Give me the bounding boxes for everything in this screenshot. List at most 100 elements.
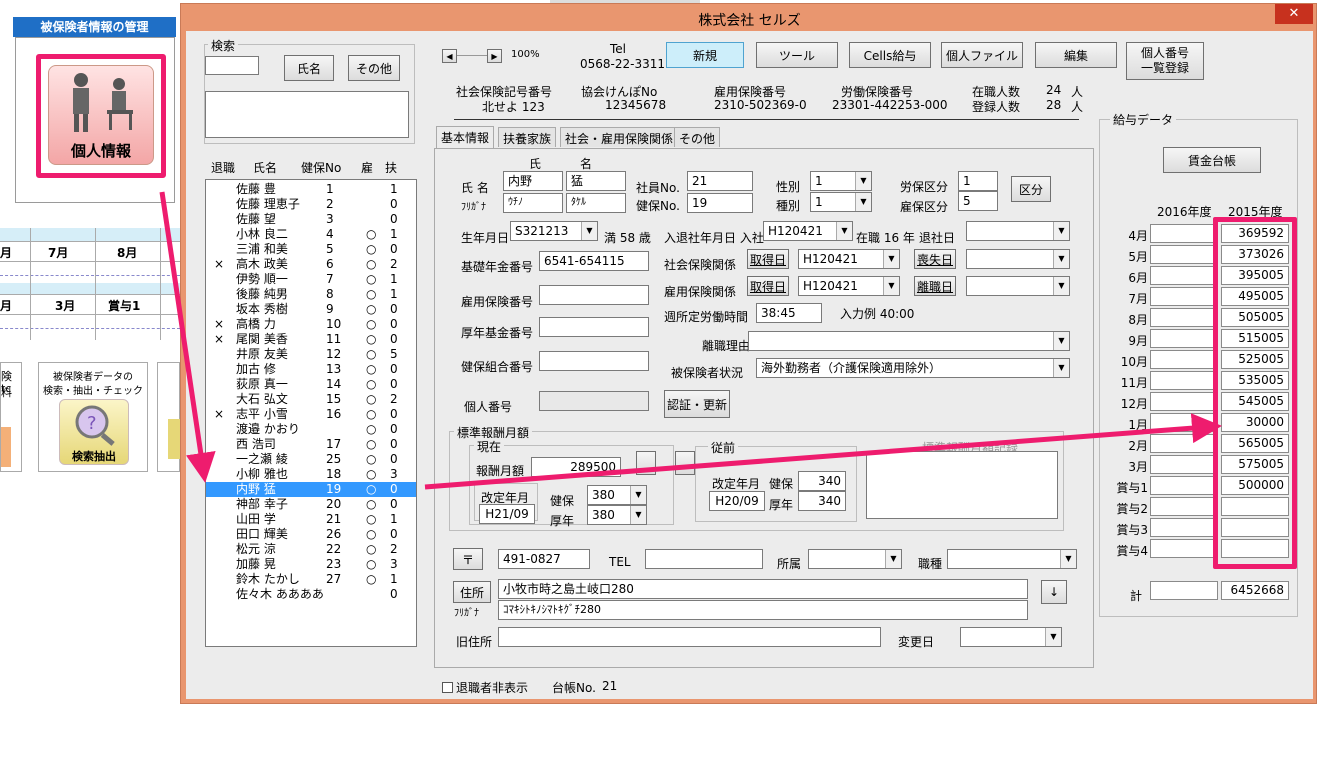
list-item[interactable]: 佐藤 理恵子 2 0 [206, 197, 416, 212]
type-select[interactable]: 1 ▼ [810, 192, 872, 212]
list-item[interactable]: 佐藤 望 3 0 [206, 212, 416, 227]
list-item[interactable]: 松元 涼 22 ○ 2 [206, 542, 416, 557]
union-no-input[interactable] [539, 351, 649, 371]
hide-retired-checkbox[interactable] [442, 682, 453, 693]
cells-pay-button[interactable]: Cells給与 [849, 42, 931, 68]
pay-2016-cell[interactable] [1150, 371, 1218, 390]
kenpo-no-input[interactable]: 19 [687, 193, 753, 213]
list-item[interactable]: 鈴木 たかし 27 ○ 1 [206, 572, 416, 587]
list-item[interactable]: 山田 学 21 ○ 1 [206, 512, 416, 527]
list-item[interactable]: 田口 輝美 26 ○ 0 [206, 527, 416, 542]
copy-prev-button[interactable] [675, 451, 695, 475]
scroll-left-button[interactable]: ◀ [442, 49, 457, 63]
pay-2016-cell[interactable] [1150, 350, 1218, 369]
tab-other[interactable]: その他 [674, 127, 721, 147]
old-address-input[interactable] [498, 627, 881, 647]
monthly-input[interactable]: 289500 [531, 457, 621, 477]
search-input[interactable] [205, 56, 259, 75]
list-item[interactable]: 西 浩司 17 ○ 0 [206, 437, 416, 452]
kosei-select[interactable]: 380 ▼ [587, 505, 647, 525]
list-item[interactable]: 伊勢 順一 7 ○ 1 [206, 272, 416, 287]
pay-2016-cell[interactable] [1150, 413, 1218, 432]
emp-acquire-button[interactable]: 取得日 [747, 276, 789, 296]
tab-basic[interactable]: 基本情報 [436, 126, 495, 148]
emp-ins-no-input[interactable] [539, 285, 649, 305]
pay-2016-cell[interactable] [1150, 434, 1218, 453]
pay-2016-cell[interactable] [1150, 392, 1218, 411]
sei-input[interactable]: 内野 [503, 171, 563, 191]
wage-ledger-button[interactable]: 賃金台帳 [1163, 147, 1261, 173]
list-item[interactable]: 渡邉 かおり ○ 0 [206, 422, 416, 437]
list-item[interactable]: 小林 良二 4 ○ 1 [206, 227, 416, 242]
fund-no-input[interactable] [539, 317, 649, 337]
pay-2016-cell[interactable] [1150, 308, 1218, 327]
pay-2016-cell[interactable] [1150, 476, 1218, 495]
tab-social[interactable]: 社会・雇用保険関係 [560, 127, 679, 147]
list-item[interactable]: 荻原 真一 14 ○ 0 [206, 377, 416, 392]
emp-acquire-select[interactable]: H120421 ▼ [798, 276, 900, 296]
revision-input[interactable]: H21/09 [479, 504, 535, 524]
tool-button[interactable]: ツール [756, 42, 838, 68]
new-button[interactable]: 新規 [666, 42, 744, 68]
leave-select[interactable]: ▼ [966, 221, 1070, 241]
personal-file-button[interactable]: 個人ファイル [941, 42, 1023, 68]
list-item[interactable]: 三浦 和美 5 ○ 0 [206, 242, 416, 257]
prev-kosei-input[interactable]: 340 [798, 491, 846, 511]
other-search-button[interactable]: その他 [348, 55, 400, 81]
pay-2016-cell[interactable] [1150, 287, 1218, 306]
address-button[interactable]: 住所 [453, 581, 491, 603]
list-item[interactable]: 小柳 雅也 18 ○ 3 [206, 467, 416, 482]
list-item[interactable]: 大石 弘文 15 ○ 2 [206, 392, 416, 407]
social-lose-button[interactable]: 喪失日 [914, 249, 956, 269]
pension-no-input[interactable]: 6541-654115 [539, 251, 649, 271]
social-lose-select[interactable]: ▼ [966, 249, 1070, 269]
social-acquire-button[interactable]: 取得日 [747, 249, 789, 269]
list-item[interactable]: 神部 幸子 20 ○ 0 [206, 497, 416, 512]
list-item[interactable]: 井原 友美 12 ○ 5 [206, 347, 416, 362]
birth-select[interactable]: S321213 ▼ [510, 221, 598, 241]
dept-select[interactable]: ▼ [808, 549, 902, 569]
list-item[interactable]: 一之瀬 綾 25 ○ 0 [206, 452, 416, 467]
address-tel-input[interactable] [645, 549, 763, 569]
personal-info-button[interactable]: 個人情報 [36, 54, 166, 178]
emp-separate-button[interactable]: 離職日 [914, 276, 956, 296]
mynumber-list-button[interactable]: 個人番号 一覧登録 [1126, 42, 1204, 80]
pay-2016-cell[interactable] [1150, 455, 1218, 474]
social-acquire-select[interactable]: H120421 ▼ [798, 249, 900, 269]
prev-revision-input[interactable]: H20/09 [709, 491, 765, 511]
status-select[interactable]: 海外勤務者（介護保険適用除外） ▼ [756, 358, 1070, 378]
list-item[interactable]: 加古 修 13 ○ 0 [206, 362, 416, 377]
pay-2016-cell[interactable] [1150, 224, 1218, 243]
kenpo-select[interactable]: 380 ▼ [587, 485, 647, 505]
pay-2016-cell[interactable] [1150, 245, 1218, 264]
address-kana-input[interactable]: ｺﾏｷｼﾄｷﾉｼﾏﾄｷｸﾞﾁ280 [498, 600, 1028, 620]
rouho-input[interactable]: 1 [958, 171, 998, 191]
monthly-action-button[interactable] [636, 451, 656, 475]
history-box[interactable] [866, 451, 1058, 519]
pay-2016-cell[interactable] [1150, 497, 1218, 516]
list-item[interactable]: 後藤 純男 8 ○ 1 [206, 287, 416, 302]
pay-2016-cell[interactable] [1150, 329, 1218, 348]
reason-select[interactable]: ▼ [748, 331, 1070, 351]
mynumber-input[interactable] [539, 391, 649, 411]
job-select[interactable]: ▼ [947, 549, 1077, 569]
auth-update-button[interactable]: 認証・更新 [664, 390, 730, 418]
gender-select[interactable]: 1 ▼ [810, 171, 872, 191]
search-result-box[interactable] [205, 91, 409, 138]
sei-kana-input[interactable]: ｳﾁﾉ [503, 193, 563, 213]
postal-input[interactable]: 491-0827 [498, 549, 590, 569]
close-button[interactable]: ✕ [1275, 4, 1313, 24]
kubun-button[interactable]: 区分 [1011, 176, 1051, 202]
mei-kana-input[interactable]: ﾀｹﾙ [566, 193, 626, 213]
weekly-input[interactable]: 38:45 [756, 303, 822, 323]
pay-2016-cell[interactable] [1150, 518, 1218, 537]
search-extract-card[interactable]: 被保険者データの 検索・抽出・チェック ? 検索抽出 [38, 362, 148, 472]
list-item[interactable]: × 尾関 美香 11 ○ 0 [206, 332, 416, 347]
name-search-button[interactable]: 氏名 [284, 55, 334, 81]
address-down-button[interactable]: ↓ [1041, 580, 1067, 604]
emp-separate-select[interactable]: ▼ [966, 276, 1070, 296]
list-item[interactable]: 佐藤 豊 1 1 [206, 182, 416, 197]
mei-input[interactable]: 猛 [566, 171, 626, 191]
list-item[interactable]: 加藤 晃 23 ○ 3 [206, 557, 416, 572]
join-select[interactable]: H120421 ▼ [763, 221, 853, 241]
